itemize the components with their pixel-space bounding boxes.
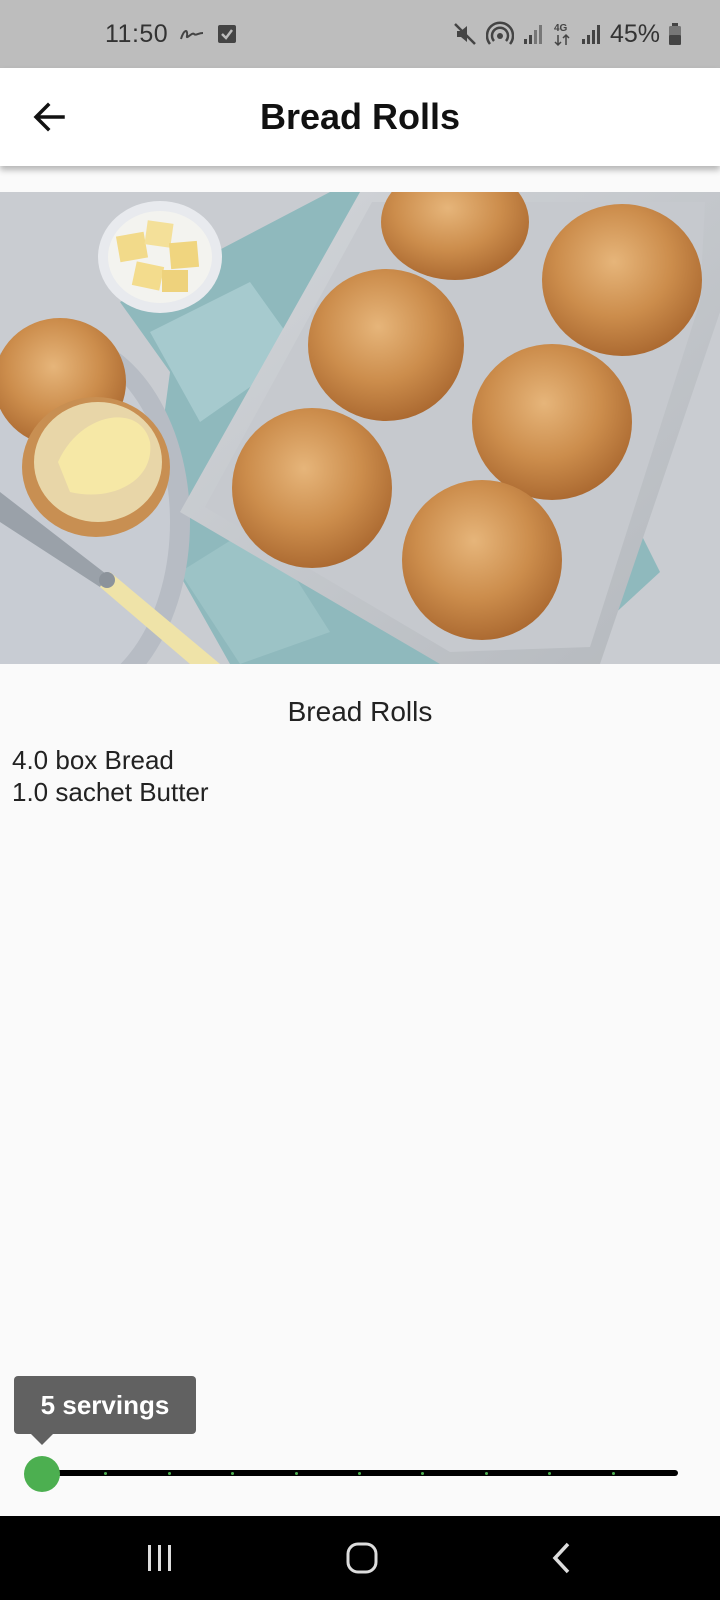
app-bar: Bread Rolls bbox=[0, 68, 720, 166]
slider-tick bbox=[484, 1472, 488, 1475]
system-nav-bar bbox=[0, 1516, 720, 1600]
signature-icon bbox=[178, 24, 206, 44]
ingredient-item: 1.0 sachet Butter bbox=[12, 777, 209, 807]
screen: 11:50 4G 45% Bread Rolls Bread Rolls 4.0… bbox=[0, 0, 720, 1600]
slider-tick bbox=[611, 1472, 615, 1475]
slider-tick bbox=[294, 1472, 298, 1475]
ingredient-list: 4.0 box Bread 1.0 sachet Butter bbox=[12, 744, 209, 808]
back-button[interactable] bbox=[22, 90, 76, 144]
back-icon bbox=[550, 1541, 574, 1575]
svg-text:4G: 4G bbox=[554, 23, 568, 34]
servings-slider-thumb[interactable] bbox=[24, 1456, 60, 1492]
system-back-button[interactable] bbox=[502, 1516, 622, 1600]
signal-icon bbox=[580, 22, 602, 46]
recents-icon bbox=[144, 1543, 176, 1573]
slider-tick bbox=[358, 1472, 361, 1475]
battery-icon bbox=[668, 22, 682, 46]
recipe-title: Bread Rolls bbox=[287, 696, 433, 727]
slider-tick bbox=[167, 1472, 171, 1475]
servings-tooltip: 5 servings bbox=[14, 1376, 196, 1434]
recents-button[interactable] bbox=[100, 1516, 220, 1600]
back-arrow-icon bbox=[32, 100, 66, 134]
page-title: Bread Rolls bbox=[259, 96, 461, 137]
checkbox-icon bbox=[216, 23, 238, 45]
tooltip-arrow bbox=[30, 1433, 54, 1445]
4g-data-icon: 4G bbox=[552, 21, 572, 47]
status-time: 11:50 bbox=[105, 19, 169, 48]
ingredient-item: 4.0 box Bread bbox=[12, 745, 174, 775]
hotspot-icon bbox=[485, 21, 514, 47]
status-left: 11:50 bbox=[105, 0, 238, 68]
status-bar: 11:50 4G 45% bbox=[0, 0, 720, 68]
recipe-image bbox=[0, 192, 720, 664]
signal-icon bbox=[522, 22, 544, 46]
home-button[interactable] bbox=[302, 1516, 422, 1600]
home-icon bbox=[345, 1541, 379, 1575]
battery-percentage: 45% bbox=[609, 19, 660, 48]
mute-icon bbox=[452, 21, 478, 47]
status-right: 4G 45% bbox=[452, 0, 682, 68]
